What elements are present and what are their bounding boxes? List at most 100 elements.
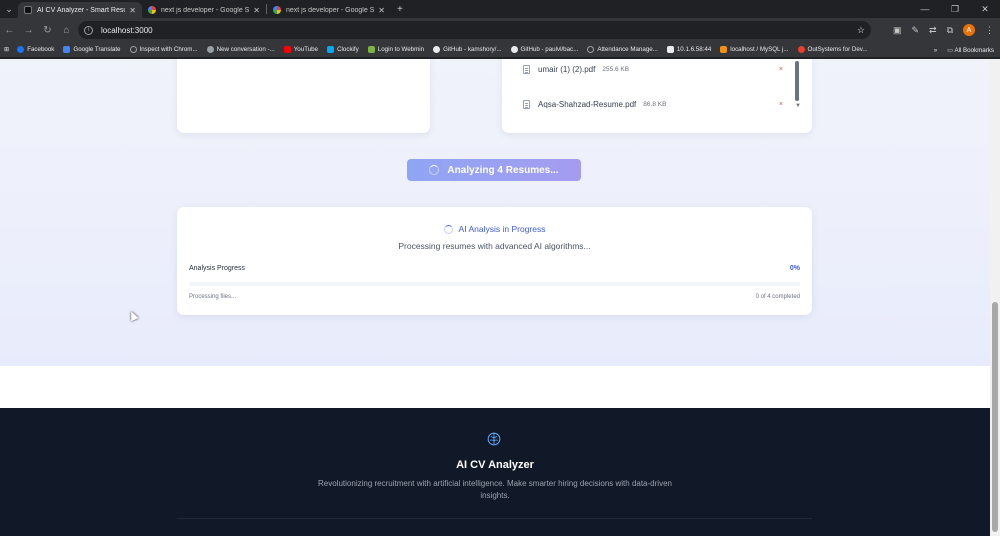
progress-percent: 0% — [789, 265, 800, 272]
bookmark-outsystems[interactable]: OutSystems for Dev... — [797, 46, 868, 53]
minimize-icon[interactable]: — — [910, 4, 940, 14]
scroll-down-icon[interactable]: ▼ — [795, 103, 801, 109]
tab-search-icon[interactable]: ⌄ — [0, 0, 18, 18]
bookmark-new-conversation[interactable]: New conversation -... — [206, 46, 275, 53]
analyze-resumes-button[interactable]: Analyzing 4 Resumes... — [407, 159, 581, 181]
bookmark-label: OutSystems for Dev... — [807, 46, 868, 53]
document-icon — [523, 65, 530, 74]
bookmark-clockify[interactable]: Clockify — [327, 46, 359, 53]
tab-title: next js developer - Google Sea — [286, 6, 375, 14]
footer-description: Revolutionizing recruitment with artific… — [318, 479, 672, 500]
file-list-scrollbar[interactable]: ▼ — [795, 61, 801, 119]
remove-file-button[interactable]: × — [779, 66, 783, 73]
new-tab-icon[interactable]: + — [397, 4, 403, 15]
mouse-cursor — [127, 309, 139, 322]
bookmark-webmin[interactable]: Login to Webmin — [367, 46, 424, 53]
bookmark-label: Attendance Manage... — [597, 46, 658, 53]
bookmark-inspect[interactable]: Inspect with Chrom... — [129, 46, 198, 53]
remove-file-button[interactable]: × — [779, 101, 783, 108]
eyedropper-icon[interactable]: ✎ — [911, 25, 919, 36]
bookmark-label: GitHub - kamshory/... — [443, 46, 502, 53]
google-favicon-icon — [273, 6, 281, 14]
page-icon — [666, 46, 674, 53]
bookmark-google-translate[interactable]: Google Translate — [63, 46, 121, 53]
menu-icon[interactable]: ⋮ — [985, 25, 994, 36]
forward-icon[interactable]: → — [19, 25, 38, 36]
home-icon[interactable]: ⌂ — [57, 25, 76, 36]
footer-brand: AI CV Analyzer — [456, 459, 534, 471]
app-favicon-icon — [24, 6, 32, 14]
reload-icon[interactable]: ↻ — [38, 25, 57, 36]
bookmark-star-icon[interactable]: ☆ — [857, 25, 865, 36]
bookmark-attendance[interactable]: Attendance Manage... — [587, 46, 658, 53]
back-icon[interactable]: ← — [0, 25, 19, 36]
browser-toolbar: ← → ↻ ⌂ i localhost:3000 ☆ ▣ ✎ ⇄ ⧉ A ⋮ — [0, 18, 1000, 42]
bookmark-label: YouTube — [293, 46, 319, 53]
page-scrollbar[interactable] — [990, 59, 1000, 536]
file-name: Aqsa-Shahzad-Resume.pdf — [538, 100, 637, 109]
address-bar[interactable]: i localhost:3000 ☆ — [78, 21, 871, 39]
profile-avatar[interactable]: A — [963, 24, 975, 36]
progress-bar — [189, 282, 800, 286]
extensions-puzzle-icon[interactable]: ⧉ — [947, 25, 953, 36]
tab-google-search-1[interactable]: next js developer - Google Sea ✕ — [142, 2, 266, 18]
file-item: Aqsa-Shahzad-Resume.pdf 86.8 KB × — [523, 100, 783, 109]
bookmark-ip[interactable]: 10.1.6.58:44 — [666, 46, 711, 53]
tab-google-search-2[interactable]: next js developer - Google Sea ✕ — [267, 2, 391, 18]
tab-ai-cv-analyzer[interactable]: AI CV Analyzer - Smart Resume ✕ — [18, 2, 142, 18]
progress-label-row: Analysis Progress 0% — [189, 265, 800, 272]
document-icon — [523, 100, 530, 109]
tab-title: AI CV Analyzer - Smart Resume — [37, 6, 125, 14]
window-controls: — ❐ ✕ — [910, 0, 1000, 18]
close-icon[interactable]: ✕ — [378, 6, 385, 15]
bookmark-github-paulvl[interactable]: GitHub - paulvl/bac... — [510, 46, 578, 53]
analyze-button-label: Analyzing 4 Resumes... — [447, 164, 559, 176]
progress-status-row: Processing files... 0 of 4 completed — [189, 294, 800, 300]
bookmark-mysql[interactable]: localhost / MySQL j... — [720, 46, 789, 53]
tab-strip: ⌄ AI CV Analyzer - Smart Resume ✕ next j… — [0, 0, 1000, 18]
progress-count: 0 of 4 completed — [755, 294, 800, 300]
bookmarks-bar: ⊞ Facebook Google Translate Inspect with… — [0, 42, 1000, 58]
all-bookmarks[interactable]: ▭ All Bookmarks — [947, 47, 994, 54]
progress-subtitle: Processing resumes with advanced AI algo… — [398, 241, 591, 251]
progress-label: Analysis Progress — [189, 265, 246, 272]
bookmark-label: New conversation -... — [216, 46, 275, 53]
apps-grid-icon[interactable]: ⊞ — [4, 46, 9, 53]
analysis-progress-card: AI Analysis in Progress Processing resum… — [177, 207, 812, 315]
url-text: localhost:3000 — [101, 25, 153, 35]
bookmark-label: Inspect with Chrom... — [139, 46, 198, 53]
close-icon[interactable]: ✕ — [129, 6, 136, 15]
upload-card — [177, 59, 430, 133]
phpmyadmin-icon — [720, 46, 728, 53]
scrollbar-thumb[interactable] — [795, 61, 799, 101]
page-viewport: umair (1) (2).pdf 255.6 KB × Aqsa-Shahza… — [0, 59, 990, 536]
file-name: umair (1) (2).pdf — [538, 65, 596, 74]
bookmark-youtube[interactable]: YouTube — [283, 46, 319, 53]
bookmark-label: Clockify — [337, 46, 359, 53]
close-icon[interactable]: ✕ — [253, 6, 260, 15]
globe-icon — [587, 46, 595, 53]
file-size: 86.8 KB — [643, 101, 667, 108]
bookmark-facebook[interactable]: Facebook — [17, 46, 54, 53]
youtube-icon — [283, 46, 291, 53]
section-spacer — [0, 366, 990, 408]
folder-icon: ▭ — [947, 46, 954, 54]
progress-status: Processing files... — [189, 294, 237, 300]
loading-spinner-icon — [429, 165, 440, 175]
page-scrollbar-thumb[interactable] — [992, 302, 998, 532]
extension-arrows-icon[interactable]: ⇄ — [929, 25, 937, 36]
more-bookmarks-icon[interactable]: » — [934, 47, 937, 54]
extension-icon[interactable]: ▣ — [893, 25, 902, 36]
bookmark-label: localhost / MySQL j... — [730, 46, 789, 53]
site-info-icon[interactable]: i — [84, 25, 93, 35]
bookmark-label: Google Translate — [73, 46, 121, 53]
restore-icon[interactable]: ❐ — [940, 4, 970, 15]
bookmark-label: Facebook — [27, 46, 55, 53]
clockify-icon — [327, 46, 335, 53]
site-footer: AI CV Analyzer Revolutionizing recruitme… — [0, 408, 990, 536]
bookmark-github-kamshory[interactable]: GitHub - kamshory/... — [433, 46, 502, 53]
uploaded-files-card: umair (1) (2).pdf 255.6 KB × Aqsa-Shahza… — [502, 59, 812, 133]
toolbar-actions: ▣ ✎ ⇄ ⧉ A ⋮ — [893, 18, 994, 42]
close-window-icon[interactable]: ✕ — [970, 4, 1000, 15]
progress-title: AI Analysis in Progress — [458, 224, 546, 234]
